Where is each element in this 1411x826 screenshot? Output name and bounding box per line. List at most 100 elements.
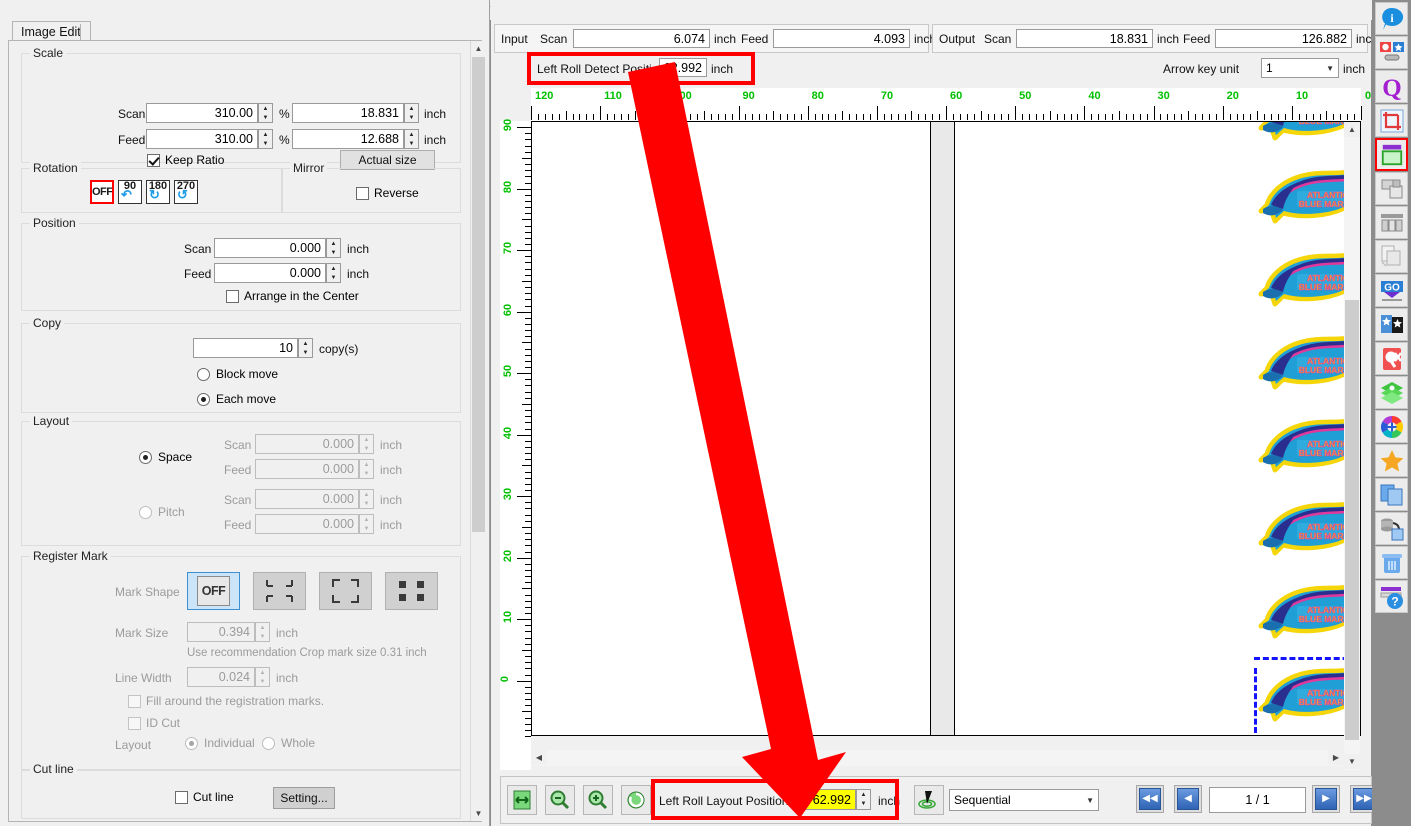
spin-up[interactable] [360, 460, 373, 469]
spin-up[interactable] [857, 790, 870, 800]
layout-space-feed-input[interactable]: 0.000 [255, 459, 359, 479]
spin-down[interactable] [360, 499, 373, 508]
position-scan-input[interactable]: 0.000 [214, 238, 326, 258]
spin-up[interactable] [360, 490, 373, 499]
canvas-vertical-scrollbar[interactable]: ▲ ▼ [1344, 122, 1360, 770]
spin-down[interactable] [299, 348, 312, 357]
scroll-thumb[interactable] [1345, 300, 1359, 740]
id-cut-checkbox[interactable]: ID Cut [128, 716, 180, 730]
spin-down[interactable] [259, 113, 272, 122]
spin-down[interactable] [256, 632, 269, 641]
cut-line-checkbox[interactable]: Cut line [175, 790, 234, 804]
scale-scan-size-input[interactable]: 18.831 [292, 103, 404, 123]
spin-down[interactable] [259, 139, 272, 148]
left-roll-layout-spinner[interactable] [856, 789, 871, 810]
tab-image-edit[interactable]: Image Edit [12, 21, 91, 42]
scroll-right-arrow[interactable]: ▶ [1328, 750, 1344, 765]
scale-feed-percent-spinner[interactable] [258, 129, 273, 149]
order-mode-select[interactable]: Sequential ▼ [949, 789, 1099, 811]
layout-pitch-feed-input[interactable]: 0.000 [255, 514, 359, 534]
spin-down[interactable] [405, 139, 418, 148]
copy-each-move-radio[interactable]: Each move [197, 392, 276, 406]
page-indicator[interactable]: 1 / 1 [1209, 787, 1306, 813]
layout-space-radio[interactable]: Space [139, 450, 192, 464]
media-canvas[interactable]: ATLANTIC BLUE MARLIN ATLANTIC BLUE MARLI… [531, 121, 1361, 736]
scale-feed-size-input[interactable]: 12.688 [292, 129, 404, 149]
left-panel-scrollbar[interactable]: ▲ ▼ [470, 41, 486, 821]
scale-scan-size-spinner[interactable] [404, 103, 419, 123]
scroll-down-arrow[interactable]: ▼ [1344, 754, 1360, 769]
mirror-reverse-checkbox[interactable]: Reverse [356, 186, 419, 200]
scroll-thumb[interactable] [472, 57, 485, 532]
rotation-option-90[interactable]: 90 ↶ [118, 180, 142, 204]
layout-space-feed-spinner[interactable] [359, 459, 374, 479]
register-layout-individual-radio[interactable]: Individual [185, 736, 255, 750]
line-width-spinner[interactable] [255, 667, 270, 687]
crop-icon[interactable] [1375, 104, 1408, 137]
copy-layers-icon[interactable] [1375, 240, 1408, 273]
help-icon[interactable]: ? [1375, 580, 1408, 613]
mark-size-input[interactable]: 0.394 [187, 622, 255, 642]
media-settings-icon[interactable] [1375, 36, 1408, 69]
spin-down[interactable] [360, 524, 373, 533]
spin-down[interactable] [857, 800, 870, 810]
keep-ratio-checkbox[interactable]: Keep Ratio [147, 153, 224, 167]
zoom-in-icon[interactable] [583, 785, 613, 815]
spin-up[interactable] [327, 264, 340, 273]
mark-shape-option-squares[interactable] [385, 572, 438, 610]
info-icon[interactable]: i [1375, 2, 1408, 35]
layout-pitch-feed-spinner[interactable] [359, 514, 374, 534]
spin-down[interactable] [327, 248, 340, 257]
mark-shape-option-outer-corners[interactable] [319, 572, 372, 610]
refresh-icon[interactable] [621, 785, 651, 815]
mark-shape-option-off[interactable]: OFF [187, 572, 240, 610]
layers-icon[interactable] [1375, 376, 1408, 409]
printer-icon[interactable] [1375, 172, 1408, 205]
quick-cancel-icon[interactable] [1375, 342, 1408, 375]
quality-icon[interactable]: Q [1375, 70, 1408, 103]
spin-up[interactable] [256, 623, 269, 632]
mark-shape-option-inner-corners[interactable] [253, 572, 306, 610]
spin-up[interactable] [259, 130, 272, 139]
register-layout-whole-radio[interactable]: Whole [262, 736, 315, 750]
print-area-icon[interactable] [1375, 138, 1408, 171]
previous-page-button[interactable]: ◀ [1174, 785, 1202, 813]
first-page-button[interactable]: ◀◀ [1136, 785, 1164, 813]
delete-icon[interactable] [1375, 546, 1408, 579]
duplicate-icon[interactable] [1375, 478, 1408, 511]
rotation-option-off[interactable]: OFF [90, 180, 114, 204]
spin-down[interactable] [360, 444, 373, 453]
scale-scan-percent-input[interactable]: 310.00 [146, 103, 258, 123]
arrange-center-checkbox[interactable]: Arrange in the Center [226, 289, 359, 303]
fill-around-marks-checkbox[interactable]: Fill around the registration marks. [128, 694, 324, 708]
spin-up[interactable] [405, 104, 418, 113]
copy-block-move-radio[interactable]: Block move [197, 367, 278, 381]
spin-up[interactable] [256, 668, 269, 677]
scale-scan-percent-spinner[interactable] [258, 103, 273, 123]
go-icon[interactable]: GO [1375, 274, 1408, 307]
spin-up[interactable] [360, 435, 373, 444]
spin-up[interactable] [259, 104, 272, 113]
left-roll-layout-input[interactable]: 62.992 [792, 789, 856, 810]
layout-space-scan-spinner[interactable] [359, 434, 374, 454]
spin-up[interactable] [360, 515, 373, 524]
arrow-key-unit-select[interactable]: 1 ▼ [1261, 58, 1339, 78]
spin-up[interactable] [299, 339, 312, 348]
star-icon[interactable] [1375, 444, 1408, 477]
canvas-horizontal-scrollbar[interactable]: ◀ ▶ [531, 750, 1344, 766]
layout-pitch-radio[interactable]: Pitch [139, 505, 185, 519]
database-send-icon[interactable] [1375, 512, 1408, 545]
scale-feed-size-spinner[interactable] [404, 129, 419, 149]
spin-up[interactable] [405, 130, 418, 139]
scroll-down-arrow[interactable]: ▼ [471, 806, 486, 821]
spin-down[interactable] [256, 677, 269, 686]
scroll-up-arrow[interactable]: ▲ [471, 41, 486, 56]
scroll-up-arrow[interactable]: ▲ [1344, 122, 1360, 137]
color-wheel-icon[interactable] [1375, 410, 1408, 443]
spin-down[interactable] [360, 469, 373, 478]
copy-count-input[interactable]: 10 [193, 338, 298, 358]
layout-pitch-scan-input[interactable]: 0.000 [255, 489, 359, 509]
origin-point-icon[interactable] [914, 785, 944, 815]
favorite-add-icon[interactable] [1375, 308, 1408, 341]
actual-size-button[interactable]: Actual size [340, 150, 435, 170]
